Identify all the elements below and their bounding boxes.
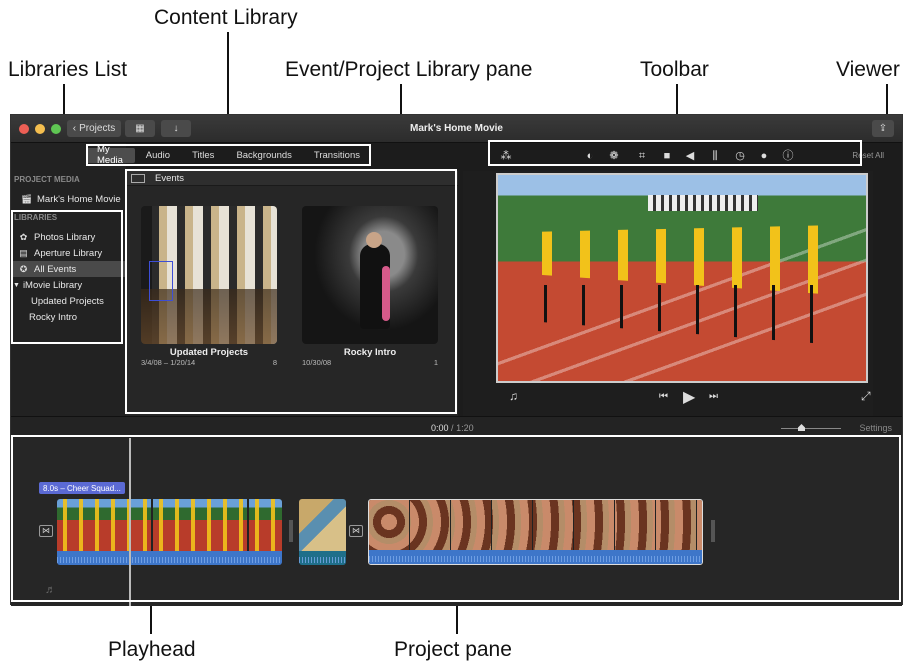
- highlight-content-library: [86, 144, 371, 166]
- viewer-frame: [496, 173, 868, 383]
- callout-libraries-list: Libraries List: [8, 58, 128, 81]
- callout-toolbar: Toolbar: [640, 58, 709, 81]
- current-time: 0:00: [431, 423, 449, 433]
- microphone-icon[interactable]: ♫: [509, 389, 518, 403]
- highlight-libraries-list: [11, 210, 123, 344]
- share-button[interactable]: ⇪: [872, 120, 894, 137]
- viewer: ♫ ⏮ ▶ ⏭ ⤢: [463, 171, 873, 416]
- highlight-project-pane: [11, 435, 901, 602]
- zoom-slider-knob[interactable]: [798, 424, 805, 431]
- callout-project-pane: Project pane: [394, 638, 512, 661]
- clapperboard-icon: 🎬︎: [20, 193, 33, 204]
- next-icon[interactable]: ⏭: [709, 391, 718, 402]
- zoom-slider[interactable]: [781, 428, 841, 429]
- callout-event-project-pane: Event/Project Library pane: [285, 58, 533, 81]
- cheerleader-row: [528, 225, 838, 295]
- play-icon[interactable]: ▶: [683, 387, 695, 407]
- time-separator: /: [451, 423, 454, 433]
- window-title: Mark's Home Movie: [410, 123, 503, 134]
- highlight-event-pane: [125, 169, 457, 414]
- sidebar-item-project-label: Mark's Home Movie: [37, 193, 121, 205]
- fullscreen-icon[interactable]: ⤢: [861, 389, 871, 404]
- total-time: 1:20: [456, 423, 474, 433]
- callout-content-library: Content Library: [154, 6, 298, 29]
- project-media-heading: PROJECT MEDIA: [14, 175, 80, 184]
- previous-icon[interactable]: ⏮: [659, 391, 668, 402]
- title-bar: ‹ Projects ▦ ↓ Mark's Home Movie ⇪: [11, 115, 902, 143]
- cheerleader-legs: [528, 285, 838, 345]
- sidebar-item-project[interactable]: 🎬︎ Mark's Home Movie: [11, 191, 126, 207]
- football-team: [648, 195, 758, 211]
- callout-playhead: Playhead: [108, 638, 196, 661]
- settings-button[interactable]: Settings: [859, 423, 892, 433]
- highlight-toolbar: [488, 140, 862, 166]
- imovie-window: ‹ Projects ▦ ↓ Mark's Home Movie ⇪ PROJE…: [10, 114, 903, 606]
- timecode: 0:00 / 1:20: [431, 423, 474, 433]
- share-icon: ⇪: [878, 123, 888, 134]
- callout-viewer: Viewer: [836, 58, 900, 81]
